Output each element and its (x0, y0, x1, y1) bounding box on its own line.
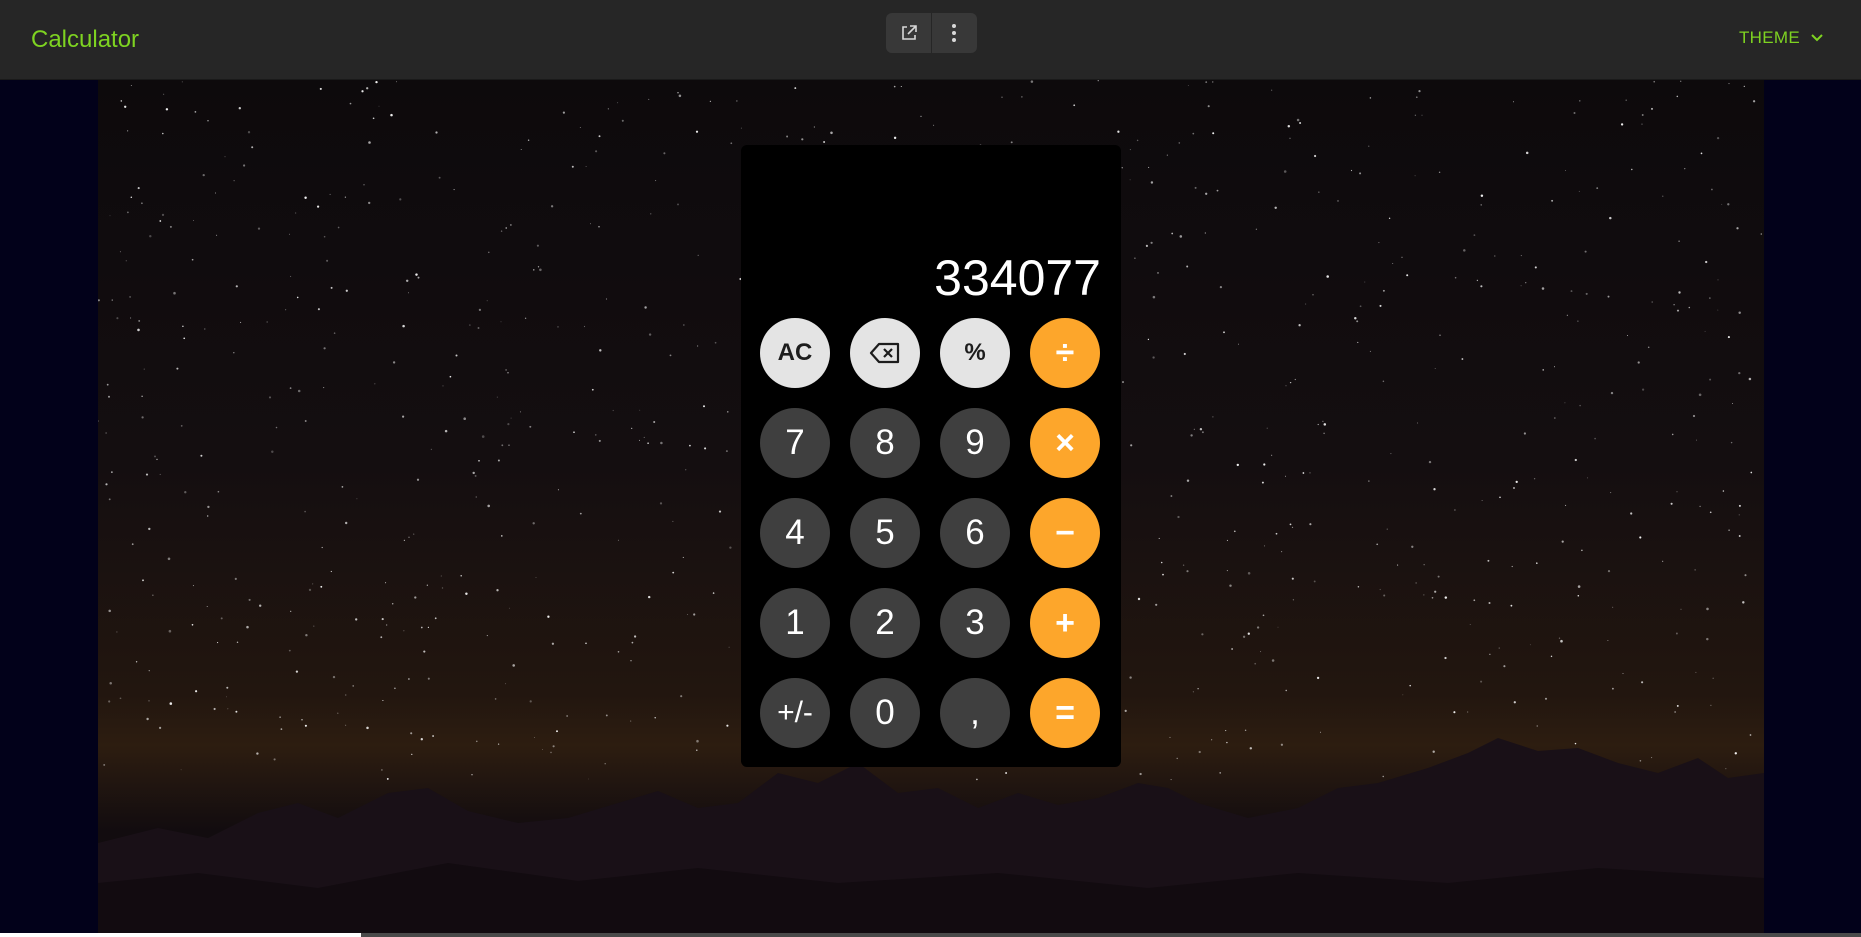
more-options-button[interactable] (931, 13, 976, 53)
subtract-button[interactable]: − (1030, 498, 1100, 568)
equals-button[interactable]: = (1030, 678, 1100, 748)
keypad: AC % ÷ 7 8 9 × 4 5 6 − 1 2 3 + +/- 0 , = (760, 318, 1102, 748)
digit-7-button[interactable]: 7 (760, 408, 830, 478)
digit-0-button[interactable]: 0 (850, 678, 920, 748)
negate-button[interactable]: +/- (760, 678, 830, 748)
decimal-button[interactable]: , (940, 678, 1010, 748)
multiply-button[interactable]: × (1030, 408, 1100, 478)
app-title: Calculator (31, 26, 140, 53)
digit-5-button[interactable]: 5 (850, 498, 920, 568)
digit-6-button[interactable]: 6 (940, 498, 1010, 568)
digit-4-button[interactable]: 4 (760, 498, 830, 568)
backspace-icon (869, 342, 900, 364)
more-vertical-icon (952, 24, 956, 42)
clear-button[interactable]: AC (760, 318, 830, 388)
top-bar: Calculator THEME (0, 0, 1861, 80)
digit-2-button[interactable]: 2 (850, 588, 920, 658)
digit-3-button[interactable]: 3 (940, 588, 1010, 658)
calculator-panel: 334077 AC % ÷ 7 8 9 × 4 5 6 − 1 2 3 + +/… (741, 145, 1121, 767)
digit-8-button[interactable]: 8 (850, 408, 920, 478)
chevron-down-icon (1811, 34, 1823, 42)
horizontal-scrollbar-thumb[interactable] (0, 933, 361, 937)
backspace-button[interactable] (850, 318, 920, 388)
percent-button[interactable]: % (940, 318, 1010, 388)
theme-dropdown[interactable]: THEME (1739, 28, 1824, 48)
digit-1-button[interactable]: 1 (760, 588, 830, 658)
calculator-display: 334077 (934, 250, 1101, 306)
toolbar-group (886, 13, 977, 53)
open-external-button[interactable] (886, 13, 931, 53)
divide-button[interactable]: ÷ (1030, 318, 1100, 388)
open-external-icon (901, 25, 917, 40)
digit-9-button[interactable]: 9 (940, 408, 1010, 478)
theme-label: THEME (1739, 28, 1800, 47)
add-button[interactable]: + (1030, 588, 1100, 658)
